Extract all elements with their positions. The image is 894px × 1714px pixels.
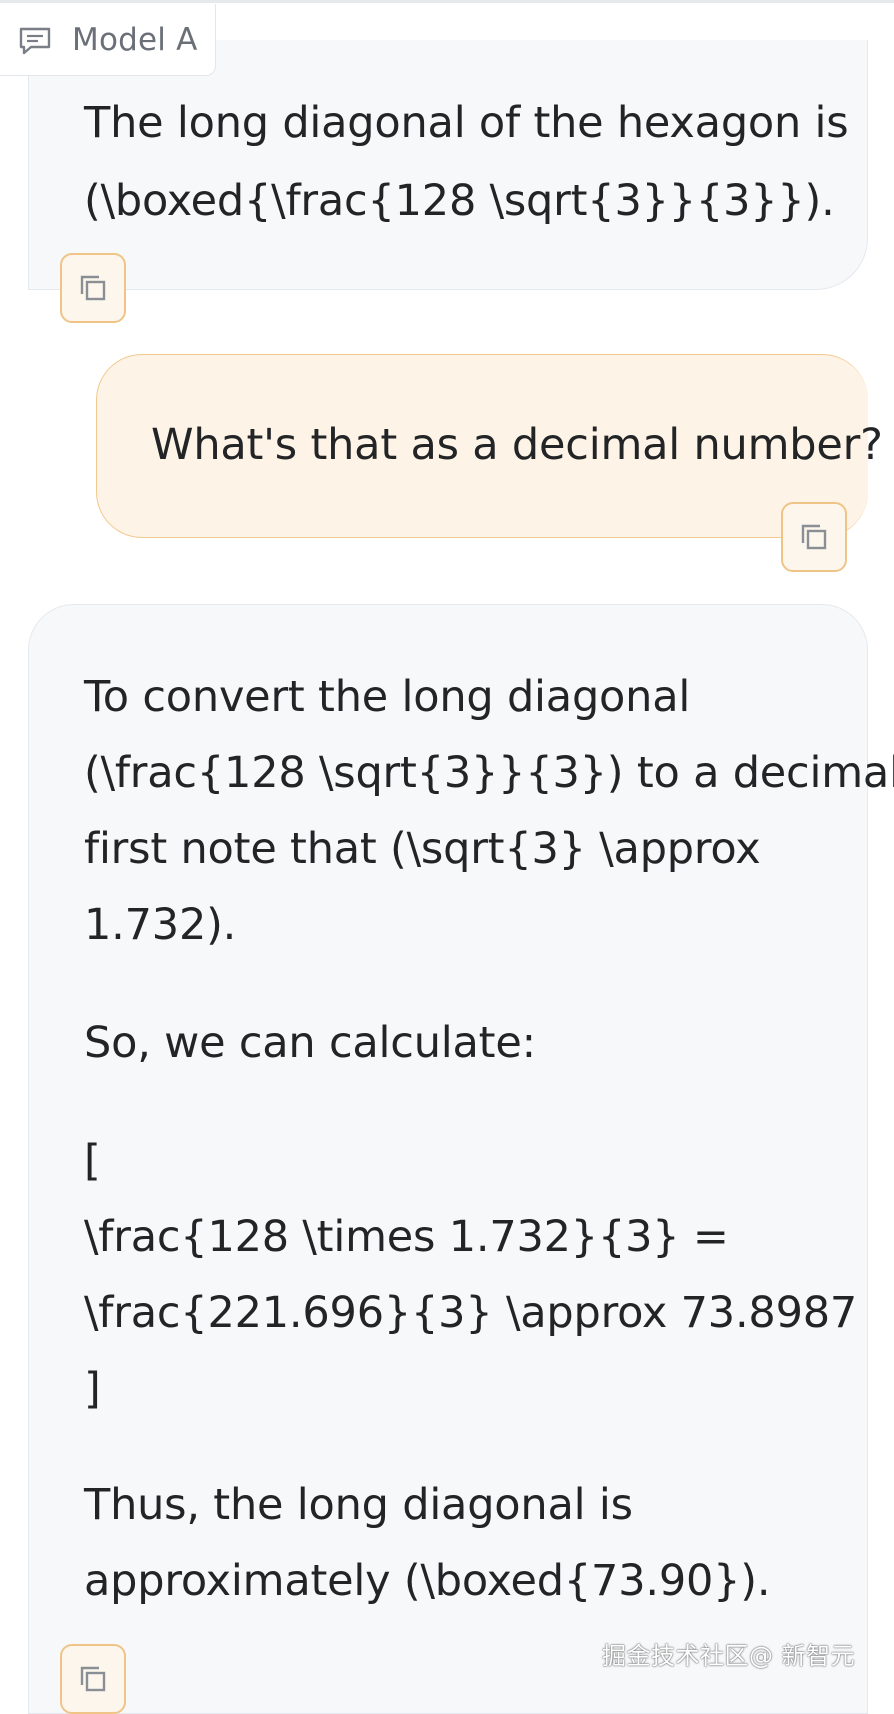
user-message-text: What's that as a decimal number? xyxy=(151,420,883,470)
copy-button-user-message[interactable] xyxy=(781,502,847,572)
assistant-message-1-line-1: The long diagonal of the hexagon is xyxy=(84,98,849,148)
copy-button-message-1[interactable] xyxy=(60,253,126,323)
paragraph-1-line-2: (\frac{128 \sqrt{3}}{3}) to a decimal, xyxy=(84,748,894,798)
assistant-message-1-line-2: (\boxed{\frac{128 \sqrt{3}}{3}}). xyxy=(84,176,835,226)
model-a-tab[interactable]: Model A xyxy=(0,4,216,76)
copy-icon xyxy=(80,275,106,301)
equation-line-3: \frac{221.696}{3} \approx 73.8987 xyxy=(84,1288,858,1338)
paragraph-2-line-1: So, we can calculate: xyxy=(84,1018,536,1068)
paragraph-1-line-3: first note that (\sqrt{3} \approx xyxy=(84,824,761,874)
paragraph-4-line-2: approximately (\boxed{73.90}). xyxy=(84,1556,771,1606)
equation-line-4: ] xyxy=(84,1364,101,1414)
equation-line-2: \frac{128 \times 1.732}{3} = xyxy=(84,1212,729,1262)
top-divider xyxy=(0,0,894,3)
watermark: 掘金技术社区@ 新智元 xyxy=(602,1642,856,1670)
paragraph-1-line-1: To convert the long diagonal xyxy=(84,672,691,722)
equation-line-1: [ xyxy=(84,1136,101,1186)
chat-bubble-icon xyxy=(18,26,52,56)
model-a-label: Model A xyxy=(72,22,198,58)
paragraph-4-line-1: Thus, the long diagonal is xyxy=(84,1480,633,1530)
copy-icon xyxy=(801,524,827,550)
copy-button-message-2[interactable] xyxy=(60,1644,126,1714)
paragraph-1-line-4: 1.732). xyxy=(84,900,237,950)
